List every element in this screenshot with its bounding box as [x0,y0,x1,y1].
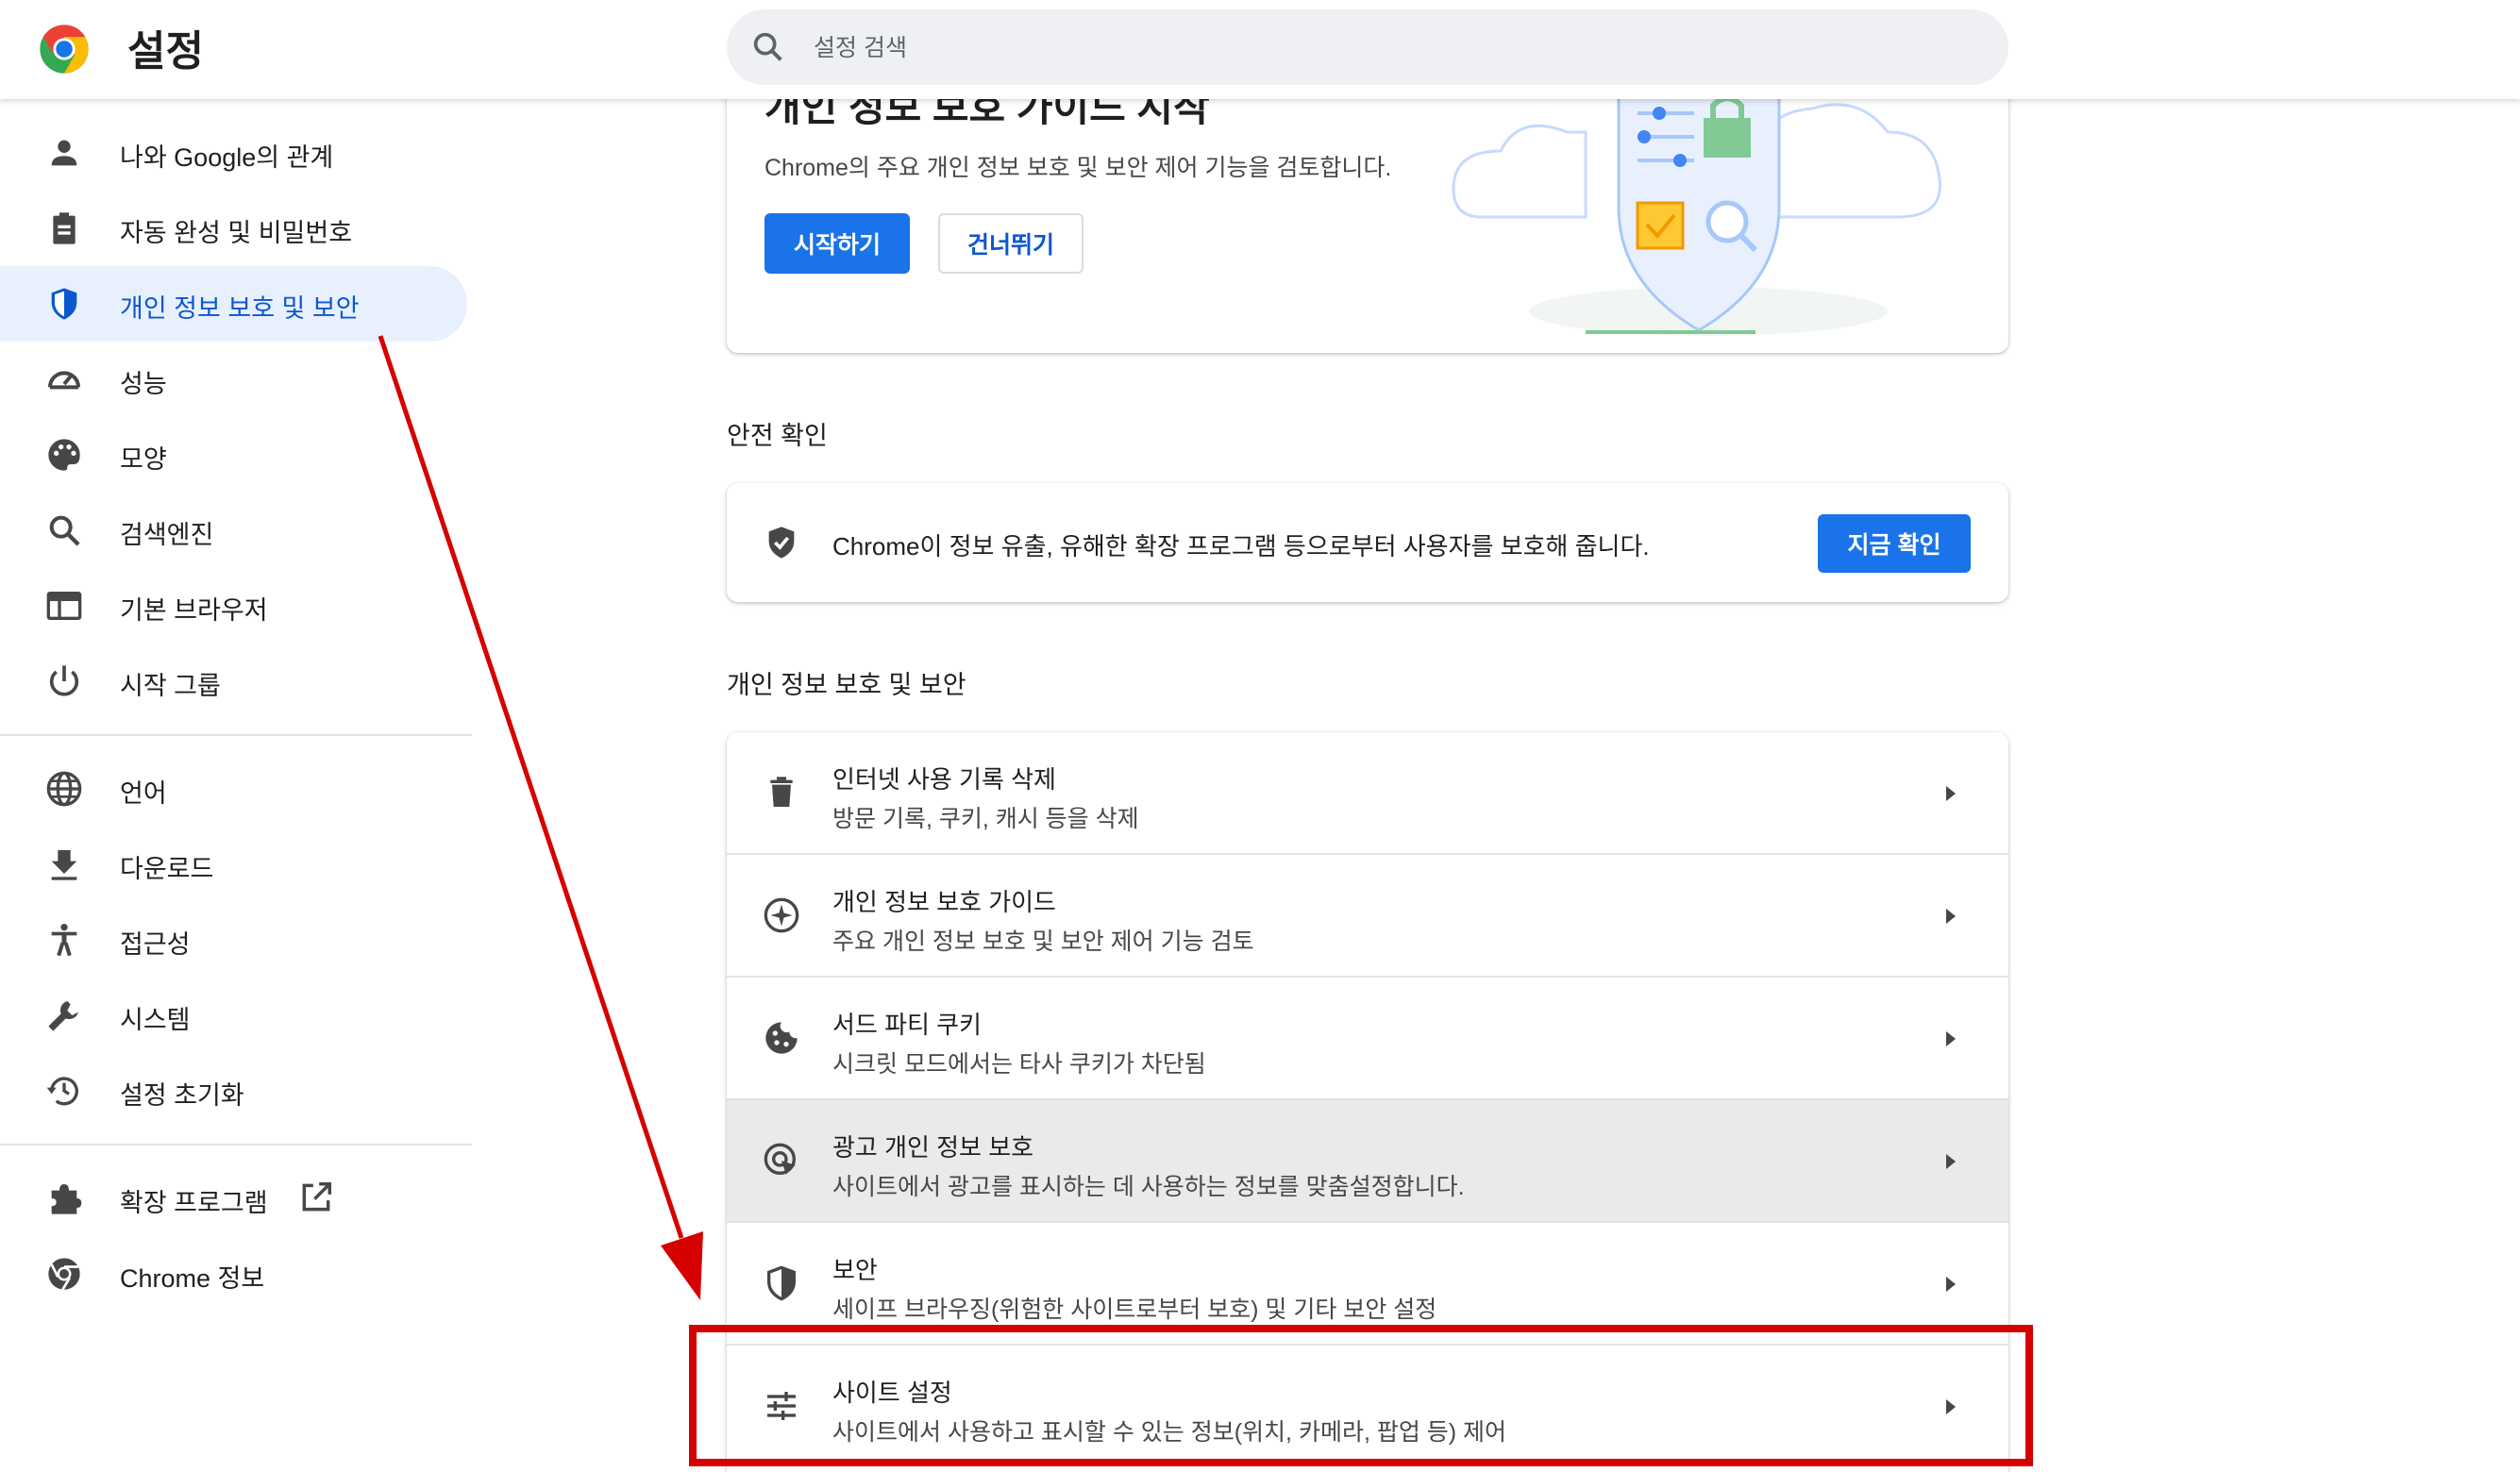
sidebar-item-label: 성능 [120,370,167,398]
row-ad-privacy[interactable]: 광고 개인 정보 보호 사이트에서 광고를 표시하는 데 사용하는 정보를 맞춤… [727,1100,2008,1223]
sidebar: 나와 Google의 관계 자동 완성 및 비밀번호 개인 정보 보호 및 보안… [0,99,472,1472]
privacy-guide-illustration [1452,83,1941,336]
start-guide-button[interactable]: 시작하기 [764,213,910,274]
sidebar-item-system[interactable]: 시스템 [0,978,467,1053]
cookie-icon [765,1022,798,1054]
sidebar-item-label: 시작 그룹 [120,672,221,700]
sidebar-item-label: 나와 Google의 관계 [120,143,334,172]
chrome-icon [48,1258,80,1291]
sidebar-item-default-browser[interactable]: 기본 브라우저 [0,568,467,644]
sidebar-divider [0,734,472,736]
row-subtitle: 방문 기록, 쿠키, 캐시 등을 삭제 [832,806,1139,832]
clipboard-icon [53,212,76,244]
sidebar-item-appearance[interactable]: 모양 [0,417,467,493]
puzzle-icon [51,1184,82,1214]
sidebar-item-performance[interactable]: 성능 [0,342,467,417]
shield-icon [51,288,77,320]
sidebar-item-about-chrome[interactable]: Chrome 정보 [0,1236,467,1312]
sidebar-item-label: 언어 [120,779,167,808]
chevron-right-icon [1946,909,1956,924]
row-clear-browsing-data[interactable]: 인터넷 사용 기록 삭제 방문 기록, 쿠키, 캐시 등을 삭제 [727,732,2008,855]
sidebar-item-label: 시스템 [120,1006,191,1034]
check-now-button[interactable]: 지금 확인 [1818,514,1971,573]
chevron-right-icon [1946,1154,1956,1169]
history-icon [46,1077,78,1106]
search-icon [49,515,80,546]
safety-check-text: Chrome이 정보 유출, 유해한 확장 프로그램 등으로부터 사용자를 보호… [832,532,1650,560]
sidebar-item-downloads[interactable]: 다운로드 [0,827,467,902]
sidebar-item-privacy-security[interactable]: 개인 정보 보호 및 보안 [0,266,467,342]
row-third-party-cookies[interactable]: 서드 파티 쿠키 시크릿 모드에서는 타사 쿠키가 차단됨 [727,978,2008,1100]
sidebar-item-accessibility[interactable]: 접근성 [0,902,467,978]
chrome-logo-icon [40,25,89,74]
sidebar-item-label: 설정 초기화 [120,1081,244,1110]
privacy-security-heading: 개인 정보 보호 및 보안 [727,671,966,699]
row-title: 보안 [832,1256,878,1284]
search-icon [753,32,782,61]
row-subtitle: 주요 개인 정보 보호 및 보안 제어 기능 검토 [832,928,1254,955]
sidebar-item-reset-settings[interactable]: 설정 초기화 [0,1053,467,1129]
row-title: 광고 개인 정보 보호 [832,1133,1034,1162]
wrench-icon [48,1001,78,1031]
sidebar-item-label: 다운로드 [120,855,214,883]
sidebar-item-label: 자동 완성 및 비밀번호 [120,219,353,247]
safety-check-heading: 안전 확인 [727,422,828,450]
open-in-new-icon [302,1182,331,1212]
safety-shield-icon [768,527,795,559]
sidebar-item-search-engine[interactable]: 검색엔진 [0,493,467,568]
security-shield-icon [767,1265,796,1301]
sidebar-item-on-startup[interactable]: 시작 그룹 [0,644,467,719]
row-title: 개인 정보 보호 가이드 [832,888,1056,916]
sidebar-item-label: 확장 프로그램 [120,1189,268,1217]
sidebar-item-label: 모양 [120,445,167,474]
sidebar-item-label: 검색엔진 [120,521,214,549]
row-subtitle: 시크릿 모드에서는 타사 쿠키가 차단됨 [832,1051,1206,1078]
search-input[interactable] [812,25,1948,72]
download-icon [51,850,77,880]
palette-icon [48,439,80,471]
sidebar-item-extensions[interactable]: 확장 프로그램 [0,1161,467,1236]
ad-privacy-icon [764,1143,796,1175]
row-privacy-guide[interactable]: 개인 정보 보호 가이드 주요 개인 정보 보호 및 보안 제어 기능 검토 [727,855,2008,978]
power-icon [49,665,79,696]
chevron-right-icon [1946,786,1956,801]
sidebar-item-label: Chrome 정보 [120,1264,265,1293]
chevron-right-icon [1946,1277,1956,1292]
sidebar-item-label: 접근성 [120,930,191,959]
top-app-bar: 설정 [0,0,2520,99]
row-subtitle: 세이프 브라우징(위험한 사이트로부터 보호) 및 기타 보안 설정 [832,1296,1437,1323]
trash-icon [770,777,793,807]
chevron-right-icon [1946,1031,1956,1046]
row-subtitle: 사이트에서 광고를 표시하는 데 사용하는 정보를 맞춤설정합니다. [832,1174,1465,1200]
sidebar-item-label: 개인 정보 보호 및 보안 [120,294,360,323]
skip-guide-button[interactable]: 건너뛰기 [938,213,1084,274]
annotation-highlight-box [689,1325,2033,1466]
sidebar-item-autofill[interactable]: 자동 완성 및 비밀번호 [0,191,467,266]
app-title: 설정 [127,28,204,75]
sidebar-item-you-and-google[interactable]: 나와 Google의 관계 [0,115,467,191]
accessibility-icon [51,924,77,957]
browser-window-icon [46,592,82,620]
sidebar-item-label: 기본 브라우저 [120,596,268,625]
sidebar-divider [0,1144,472,1146]
search-bar[interactable] [727,9,2008,85]
speedometer-icon [48,371,80,390]
privacy-guide-description: Chrome의 주요 개인 정보 보호 및 보안 제어 기능을 검토합니다. [764,155,1392,181]
globe-icon [46,771,82,807]
safety-check-card: Chrome이 정보 유출, 유해한 확장 프로그램 등으로부터 사용자를 보호… [727,483,2008,602]
sidebar-item-languages[interactable]: 언어 [0,751,467,827]
row-title: 서드 파티 쿠키 [832,1011,982,1039]
compass-icon [764,897,799,933]
person-icon [51,140,77,166]
row-title: 인터넷 사용 기록 삭제 [832,765,1056,794]
